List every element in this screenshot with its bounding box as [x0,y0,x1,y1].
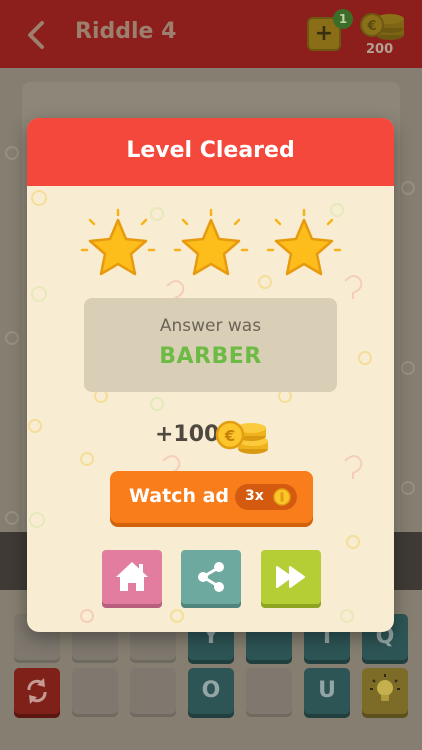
dialog-header: Level Cleared [27,118,394,186]
star-icon [171,206,251,286]
refresh-icon [27,678,47,704]
svg-text:€: € [366,19,376,34]
multiplier-pill: 3x [235,484,297,510]
hint-count-badge: 1 [333,9,353,29]
letter-tile-empty[interactable] [72,668,118,714]
answer-panel: Answer was BARBER [84,298,337,392]
coins-icon: € [215,420,268,454]
svg-text:€: € [224,427,235,445]
watch-ad-label: Watch ad [129,485,230,507]
share-icon [198,562,224,592]
answer-label: Answer was [159,316,262,336]
star-rating [27,206,394,286]
home-icon [116,562,148,591]
top-bar: Riddle 4 + 1 € 200 [0,0,422,68]
letter-tile-empty[interactable] [246,668,292,714]
watch-ad-button[interactable]: Watch ad 3x [110,471,313,523]
fast-forward-icon [276,566,305,588]
multiplier-text: 3x [245,488,264,504]
dialog-title: Level Cleared [126,138,295,163]
letter-tile[interactable]: U [304,668,350,714]
letter-tile-empty[interactable] [130,668,176,714]
page-title: Riddle 4 [75,19,177,44]
answer-word: BARBER [159,344,262,369]
back-button[interactable] [22,18,52,52]
reward-amount: +100 [155,422,220,447]
back-arrow-icon [28,21,44,49]
coin-icon [273,488,291,506]
next-level-button[interactable] [261,550,321,604]
letter-tile[interactable]: O [188,668,234,714]
level-cleared-dialog: Level Cleared Answer was BARBER +100 € W… [27,118,394,632]
star-icon [264,206,344,286]
coin-balance: 200 [366,42,394,57]
home-button[interactable] [102,550,162,604]
shuffle-button[interactable] [14,668,60,714]
hint-button[interactable] [362,668,408,714]
coins-icon: € [360,13,404,40]
share-button[interactable] [181,550,241,604]
star-icon [78,206,158,286]
lightbulb-icon [370,674,400,701]
